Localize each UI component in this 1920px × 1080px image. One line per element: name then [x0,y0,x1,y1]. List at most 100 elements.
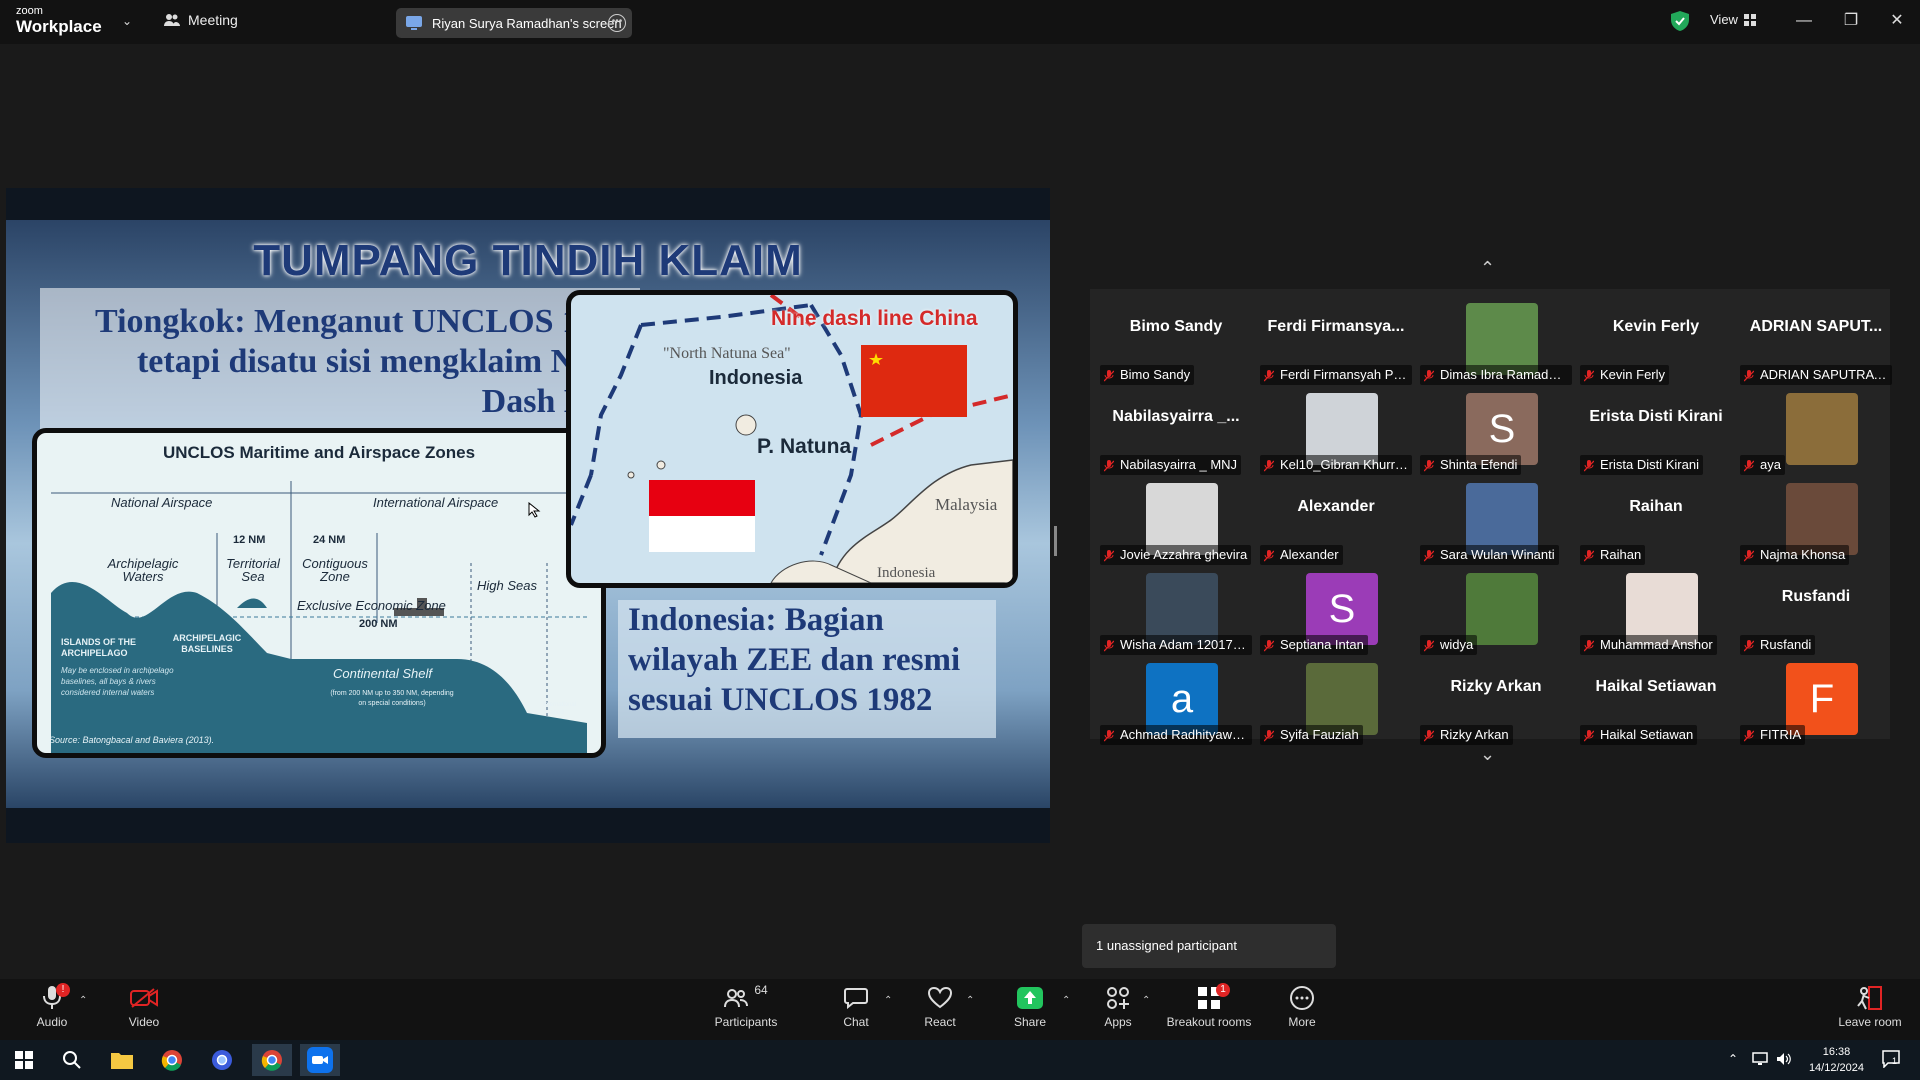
participant-tile[interactable]: Haikal Setiawan Haikal Setiawan [1576,655,1736,745]
search-icon[interactable] [52,1044,92,1076]
participant-tile[interactable]: Kevin Ferly Kevin Ferly [1576,295,1736,385]
logo-top: zoom [16,5,43,17]
participant-tile[interactable]: Sara Wulan Winanti [1416,475,1576,565]
participant-name-label: Rusfandi [1740,635,1816,655]
chevron-down-icon[interactable]: ⌄ [1480,744,1495,765]
file-explorer-icon[interactable] [102,1044,142,1076]
label-territorial-sea: Territorial Sea [226,556,280,584]
participant-name: Nabilasyairra _ MNJ [1120,457,1238,472]
react-button[interactable]: React [900,983,980,1039]
windows-taskbar: ⌃ 16:38 14/12/2024 1 [0,1040,1920,1080]
participant-tile[interactable]: Wisha Adam 1201721... [1096,565,1256,655]
participant-tile[interactable]: Jovie Azzahra ghevira [1096,475,1256,565]
participant-tile[interactable]: a Achmad Radhityawan... [1096,655,1256,745]
participant-tile[interactable]: Rusfandi Rusfandi [1736,565,1896,655]
participant-tile[interactable]: Najma Khonsa [1736,475,1896,565]
participant-name-label: Sara Wulan Winanti [1420,545,1559,565]
unassigned-toast[interactable]: 1 unassigned participant [1082,924,1336,968]
muted-mic-icon [1584,460,1594,472]
participant-name-label: Achmad Radhityawan... [1100,725,1252,745]
video-button[interactable]: Video [104,983,184,1039]
breakout-rooms-button[interactable]: Breakout rooms 1 [1164,983,1254,1039]
participant-name: Wisha Adam 1201721... [1120,637,1252,652]
minimize-icon[interactable]: — [1789,8,1819,34]
react-caret-icon[interactable]: ⌃ [966,995,974,1006]
leave-room-button[interactable]: Leave room [1830,983,1910,1039]
participant-name: Erista Disti Kirani [1600,457,1699,472]
participant-tile[interactable]: Rizky Arkan Rizky Arkan [1416,655,1576,745]
restore-icon[interactable]: ❐ [1836,8,1866,34]
system-clock[interactable]: 16:38 14/12/2024 [1809,1044,1864,1076]
splitter-handle[interactable] [1054,526,1057,556]
share-caret-icon[interactable]: ⌃ [1062,995,1070,1006]
participant-tile[interactable]: S Septiana Intan [1256,565,1416,655]
participant-tile[interactable]: widya [1416,565,1576,655]
screen-share-pill[interactable]: Riyan Surya Ramadhan's screen ••• [396,8,632,38]
grid-icon [1743,13,1756,26]
view-button[interactable]: View [1710,12,1756,27]
participant-center-name: Erista Disti Kirani [1589,408,1723,425]
muted-mic-icon [1104,640,1114,652]
participants-button[interactable]: 64 Participants [706,983,786,1039]
participant-center-name: Kevin Ferly [1612,318,1700,335]
participant-tile[interactable]: Kel10_Gibran Khurry ... [1256,385,1416,475]
participant-tile[interactable]: Nabilasyairra _... Nabilasyairra _ MNJ [1096,385,1256,475]
participant-tile[interactable]: Raihan Raihan [1576,475,1736,565]
participant-tile[interactable]: F FITRIA [1736,655,1896,745]
participant-center-name: Ferdi Firmansya... [1267,318,1405,335]
participant-tile[interactable]: S Shinta Efendi [1416,385,1576,475]
chat-icon [844,988,868,1009]
meeting-menu[interactable]: Meeting [164,12,238,28]
chat-button[interactable]: Chat [816,983,896,1039]
chevron-up-icon[interactable]: ⌃ [1480,258,1495,279]
participant-gallery: Bimo Sandy Bimo Sandy Ferdi Firmansya... Fe… [1090,289,1892,745]
muted-mic-icon [1744,550,1754,562]
participant-name: Raihan [1600,547,1642,562]
participant-center-name: Rusfandi [1781,588,1851,605]
participant-name: Kel10_Gibran Khurry ... [1280,457,1412,472]
participant-center-name: Bimo Sandy [1129,318,1223,335]
participant-tile[interactable]: aya [1736,385,1896,475]
participant-name: Jovie Azzahra ghevira [1120,547,1248,562]
participant-tile[interactable]: Ferdi Firmansya... Ferdi Firmansyah Putra [1256,295,1416,385]
participant-tile[interactable]: ADRIAN SAPUT... ADRIAN SAPUTRA BA... [1736,295,1896,385]
zoom-taskbar-icon[interactable] [300,1044,340,1076]
windows-start-icon[interactable] [4,1044,44,1076]
chevron-down-icon[interactable]: ⌄ [122,14,132,28]
indonesia-panel: Indonesia: Bagian wilayah ZEE dan resmi … [618,600,996,738]
participant-tile[interactable]: Muhammad Anshor [1576,565,1736,655]
more-options-icon[interactable]: ••• [608,14,626,32]
apps-caret-icon[interactable]: ⌃ [1142,995,1150,1006]
network-icon[interactable] [1752,1052,1768,1071]
react-label: React [924,1015,956,1029]
map-indonesia-label: Indonesia [709,367,803,389]
tray-chevron-icon[interactable]: ⌃ [1728,1052,1738,1066]
muted-mic-icon [1104,730,1114,742]
participant-tile[interactable]: Syifa Fauziah [1256,655,1416,745]
apps-button[interactable]: Apps [1078,983,1158,1039]
share-button[interactable]: Share [990,983,1070,1039]
participant-name: Najma Khonsa [1760,547,1846,562]
participant-tile[interactable]: Erista Disti Kirani Erista Disti Kirani [1576,385,1736,475]
chrome-icon[interactable] [152,1044,192,1076]
participant-name-label: widya [1420,635,1478,655]
close-icon[interactable]: ✕ [1882,8,1912,34]
volume-icon[interactable] [1776,1052,1792,1071]
chat-caret-icon[interactable]: ⌃ [884,995,892,1006]
more-button[interactable]: More [1262,983,1342,1039]
participant-tile[interactable]: Dimas Ibra Ramadhan [1416,295,1576,385]
shield-icon[interactable] [1671,11,1689,36]
map-nine-dash-label: Nine dash line China [771,307,978,330]
chrome-active-icon[interactable] [252,1044,292,1076]
more-label: More [1288,1015,1316,1029]
natuna-map: Nine dash line China "North Natuna Sea" … [566,290,1018,588]
participant-tile[interactable]: Bimo Sandy Bimo Sandy [1096,295,1256,385]
audio-caret-icon[interactable]: ⌃ [79,995,87,1006]
participant-tile[interactable]: Alexander Alexander [1256,475,1416,565]
participant-name-label: Wisha Adam 1201721... [1100,635,1252,655]
muted-mic-icon [1744,370,1754,382]
chrome-beta-icon[interactable] [202,1044,242,1076]
audio-button[interactable]: Audio ! [12,983,92,1039]
notification-icon[interactable]: 1 [1882,1050,1900,1073]
label-seabed: International Seabed [543,702,577,716]
